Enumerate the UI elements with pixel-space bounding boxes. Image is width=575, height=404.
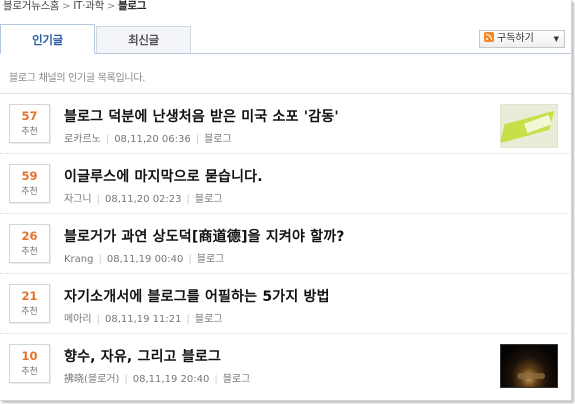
list-item: 57 추천 블로그 덕분에 난생처음 받은 미국 소포 '감동' 로카르노 | 08… bbox=[0, 94, 571, 154]
post-category[interactable]: 블로그 bbox=[195, 194, 223, 205]
meta-separator: | bbox=[195, 134, 200, 145]
post-title-link[interactable]: 블로거가 과연 상도덕[商道德]을 지켜야 할까? bbox=[64, 226, 345, 246]
vote-label: 추천 bbox=[21, 127, 38, 137]
post-date: 08,11,20 06:36 bbox=[114, 134, 191, 145]
post-category[interactable]: 블로그 bbox=[204, 134, 232, 145]
vote-box[interactable]: 10 추천 bbox=[9, 344, 50, 383]
tab-latest[interactable]: 최신글 bbox=[96, 26, 191, 53]
chevron-down-icon: ▼ bbox=[553, 35, 559, 43]
meta-separator: | bbox=[98, 254, 102, 265]
blog-news-panel: 블로거뉴스홈 > IT·과학 > 블로그 인기글 최신글 구독하기 ▼ 블로그 채널의 … bbox=[0, 0, 572, 401]
post-meta: 메아리 | 08,11,19 11:21 | 블로그 bbox=[64, 310, 223, 325]
meta-separator: | bbox=[96, 314, 100, 325]
post-date: 08,11,19 00:40 bbox=[106, 254, 184, 265]
vote-count: 57 bbox=[21, 109, 38, 123]
tab-popular[interactable]: 인기글 bbox=[0, 24, 95, 54]
thumbnail-shape bbox=[517, 373, 545, 379]
post-author[interactable]: 메아리 bbox=[64, 314, 92, 325]
meta-separator: | bbox=[96, 194, 100, 205]
post-author[interactable]: 로카르노 bbox=[64, 134, 101, 145]
subscribe-button[interactable]: 구독하기 ▼ bbox=[479, 30, 565, 48]
vote-label: 추천 bbox=[21, 187, 38, 197]
list-item: 10 추천 향수, 자유, 그리고 블로그 拂晓(블로거) | 08,11,19 2… bbox=[0, 334, 571, 394]
meta-separator: | bbox=[188, 254, 192, 265]
post-date: 08,11,20 02:23 bbox=[104, 194, 182, 205]
vote-box[interactable]: 57 추천 bbox=[9, 104, 50, 143]
post-author[interactable]: 자그니 bbox=[64, 194, 92, 205]
post-title-link[interactable]: 블로그 덕분에 난생처음 받은 미국 소포 '감동' bbox=[64, 106, 339, 126]
list-item: 21 추천 자기소개서에 블로그를 어필하는 5가지 방법 메아리 | 08,11,… bbox=[0, 274, 571, 334]
vote-box[interactable]: 21 추천 bbox=[9, 284, 50, 323]
post-title-link[interactable]: 이글루스에 마지막으로 묻습니다. bbox=[64, 166, 263, 186]
meta-separator: | bbox=[124, 374, 128, 385]
post-category[interactable]: 블로그 bbox=[223, 374, 251, 385]
post-author[interactable]: Krang bbox=[64, 254, 93, 265]
post-date: 08,11,19 11:21 bbox=[104, 314, 182, 325]
vote-label: 추천 bbox=[21, 367, 38, 377]
post-author[interactable]: 拂晓(블로거) bbox=[64, 374, 119, 385]
post-meta: Krang | 08,11,19 00:40 | 블로그 bbox=[64, 250, 224, 265]
post-thumbnail[interactable] bbox=[500, 104, 558, 148]
vote-count: 26 bbox=[21, 229, 38, 243]
rss-icon bbox=[484, 32, 494, 42]
breadcrumb-separator: > bbox=[62, 1, 71, 12]
post-category[interactable]: 블로그 bbox=[195, 314, 223, 325]
post-title-link[interactable]: 자기소개서에 블로그를 어필하는 5가지 방법 bbox=[64, 286, 330, 306]
breadcrumb: 블로거뉴스홈 > IT·과학 > 블로그 bbox=[3, 0, 146, 14]
meta-separator: | bbox=[214, 374, 218, 385]
vote-count: 21 bbox=[21, 289, 38, 303]
list-item: 26 추천 블로거가 과연 상도덕[商道德]을 지켜야 할까? Krang | 08… bbox=[0, 214, 571, 274]
vote-count: 59 bbox=[21, 169, 38, 183]
post-category[interactable]: 블로그 bbox=[197, 254, 225, 265]
breadcrumb-category[interactable]: IT·과학 bbox=[73, 0, 104, 12]
vote-count: 10 bbox=[21, 349, 38, 363]
vote-box[interactable]: 26 추천 bbox=[9, 224, 50, 263]
meta-separator: | bbox=[186, 194, 190, 205]
vote-box[interactable]: 59 추천 bbox=[9, 164, 50, 203]
meta-separator: | bbox=[105, 134, 110, 145]
meta-separator: | bbox=[186, 314, 190, 325]
post-meta: 자그니 | 08,11,20 02:23 | 블로그 bbox=[64, 190, 223, 205]
post-list: 57 추천 블로그 덕분에 난생처음 받은 미국 소포 '감동' 로카르노 | 08… bbox=[0, 94, 571, 394]
post-title-link[interactable]: 향수, 자유, 그리고 블로그 bbox=[64, 346, 221, 366]
post-thumbnail[interactable] bbox=[500, 344, 558, 388]
channel-description: 블로그 채널의 인기글 목록입니다. bbox=[9, 73, 146, 84]
vote-label: 추천 bbox=[21, 247, 38, 257]
breadcrumb-separator: > bbox=[106, 1, 116, 12]
vote-label: 추천 bbox=[21, 307, 38, 317]
post-meta: 拂晓(블로거) | 08,11,19 20:40 | 블로그 bbox=[64, 370, 250, 385]
breadcrumb-home[interactable]: 블로거뉴스홈 bbox=[3, 0, 59, 12]
post-meta: 로카르노 | 08,11,20 06:36 | 블로그 bbox=[64, 130, 232, 145]
list-item: 59 추천 이글루스에 마지막으로 묻습니다. 자그니 | 08,11,20 02:… bbox=[0, 154, 571, 214]
post-date: 08,11,19 20:40 bbox=[132, 374, 210, 385]
subscribe-label: 구독하기 bbox=[497, 33, 534, 44]
breadcrumb-current: 블로그 bbox=[118, 0, 147, 12]
